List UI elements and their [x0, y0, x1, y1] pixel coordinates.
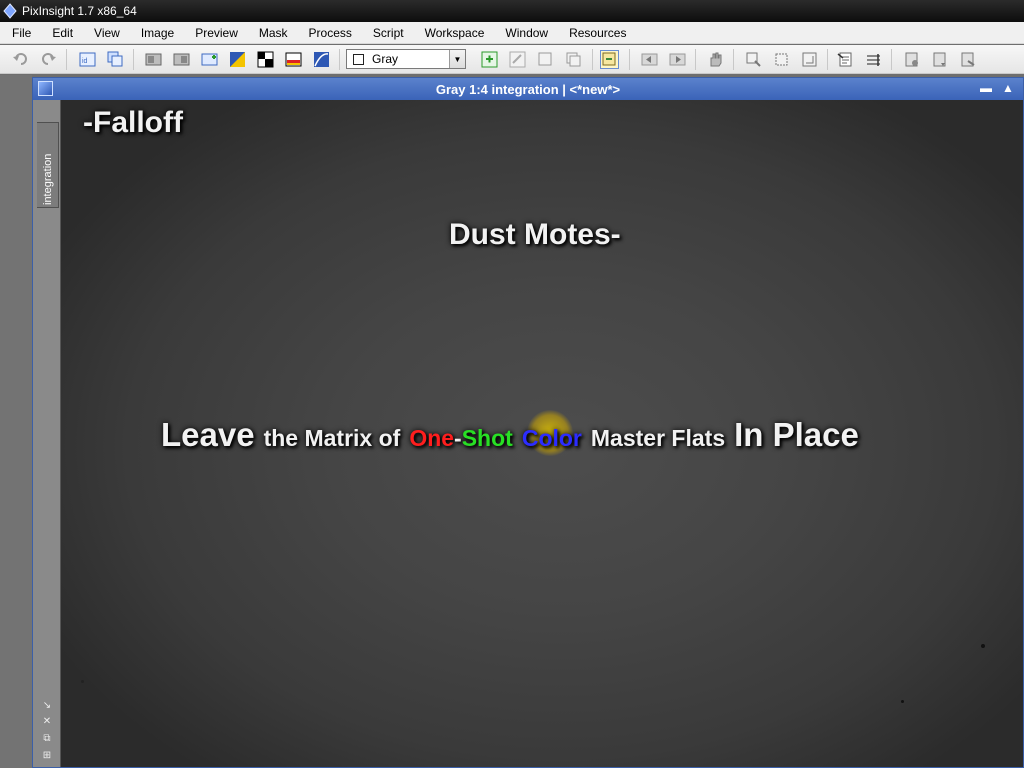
preview-icon-2[interactable]	[564, 50, 583, 69]
zoom-out-icon[interactable]	[800, 50, 819, 69]
redo-icon[interactable]	[39, 50, 58, 69]
menu-script[interactable]: Script	[361, 22, 413, 44]
process-icon-1[interactable]	[836, 50, 855, 69]
identifier-icon[interactable]: id	[78, 50, 97, 69]
image-icon-2[interactable]	[172, 50, 191, 69]
headline-color: Color	[521, 425, 582, 451]
menu-mask[interactable]: Mask	[247, 22, 297, 44]
image-viewport[interactable]: -Falloff Dust Motes- Leave the Matrix of…	[61, 100, 1023, 767]
headline-master-flats: Master Flats	[590, 425, 726, 451]
menu-preview[interactable]: Preview	[183, 22, 247, 44]
add-icon[interactable]: ⊞	[41, 750, 53, 762]
image-window-side-strip: integration ↘ ✕ ⧉ ⊞	[33, 100, 61, 767]
nav-right-icon[interactable]	[668, 50, 687, 69]
curves-icon[interactable]	[312, 50, 331, 69]
main-toolbar: id	[0, 45, 1024, 74]
minimize-icon[interactable]: ▬	[979, 81, 993, 95]
integration-tab-label: integration	[42, 153, 54, 205]
image-window-titlebar[interactable]: Gray 1:4 integration | <*new*> ▬ ▲	[33, 78, 1023, 100]
copy-icon[interactable]: ⧉	[41, 733, 53, 745]
script-icon-3[interactable]	[958, 50, 977, 69]
app-title: PixInsight 1.7 x86_64	[22, 4, 137, 18]
crosshair-icon[interactable]: ✕	[41, 716, 53, 728]
script-icon-2[interactable]	[930, 50, 949, 69]
menu-resources[interactable]: Resources	[557, 22, 635, 44]
shade-icon[interactable]: ▲	[1001, 81, 1015, 95]
dust-speck	[81, 680, 84, 683]
image-window: Gray 1:4 integration | <*new*> ▬ ▲ integ…	[32, 77, 1024, 768]
mask-icon[interactable]	[256, 50, 275, 69]
headline-leave: Leave	[161, 416, 255, 453]
histogram-icon[interactable]	[284, 50, 303, 69]
headline-in-place: In Place	[734, 416, 859, 453]
new-image-icon[interactable]	[200, 50, 219, 69]
menu-file[interactable]: File	[0, 22, 40, 44]
new-preview-icon[interactable]	[480, 50, 499, 69]
hand-tool-icon[interactable]	[706, 50, 725, 69]
image-icon-1[interactable]	[144, 50, 163, 69]
fit-view-icon[interactable]	[772, 50, 791, 69]
process-icon-2[interactable]	[864, 50, 883, 69]
channel-select-value: Gray	[372, 52, 399, 66]
menu-process[interactable]: Process	[297, 22, 361, 44]
integration-tab[interactable]: integration	[37, 122, 59, 208]
chevron-down-icon[interactable]: ▼	[449, 50, 465, 68]
headline-the-matrix-of: the Matrix of	[263, 425, 401, 451]
image-window-title: Gray 1:4 integration | <*new*>	[435, 81, 621, 97]
duplicate-icon[interactable]	[106, 50, 125, 69]
svg-text:id: id	[82, 58, 88, 65]
headline-shot: Shot	[461, 425, 513, 451]
readout-mode-icon[interactable]	[600, 50, 619, 69]
headline-dash: -	[454, 425, 462, 451]
channel-select[interactable]: Gray ▼	[346, 49, 466, 69]
zoom-in-icon[interactable]	[744, 50, 763, 69]
edit-preview-icon[interactable]	[508, 50, 527, 69]
preview-icon-1[interactable]	[536, 50, 555, 69]
pixinsight-logo-icon	[3, 3, 17, 19]
channel-swatch	[353, 53, 364, 65]
arrow-tool-icon[interactable]: ↘	[41, 700, 53, 712]
menu-workspace[interactable]: Workspace	[413, 22, 494, 44]
menu-edit[interactable]: Edit	[40, 22, 82, 44]
invert-icon[interactable]	[228, 50, 247, 69]
workspace-left-margin	[0, 75, 32, 768]
menu-view[interactable]: View	[82, 22, 129, 44]
menu-image[interactable]: Image	[129, 22, 183, 44]
undo-icon[interactable]	[11, 50, 30, 69]
app-titlebar: PixInsight 1.7 x86_64	[0, 0, 1024, 22]
dust-motes-label: Dust Motes-	[449, 218, 621, 251]
menu-window[interactable]: Window	[493, 22, 557, 44]
headline-one: One	[409, 425, 455, 451]
image-window-icon[interactable]	[38, 81, 53, 96]
dust-speck	[981, 644, 985, 648]
nav-left-icon[interactable]	[640, 50, 659, 69]
falloff-label: -Falloff	[83, 106, 183, 139]
headline: Leave the Matrix of One - Shot Color Mas…	[161, 416, 859, 454]
menu-bar: File Edit View Image Preview Mask Proces…	[0, 22, 1024, 44]
dust-speck	[901, 700, 904, 703]
script-icon-1[interactable]	[902, 50, 921, 69]
